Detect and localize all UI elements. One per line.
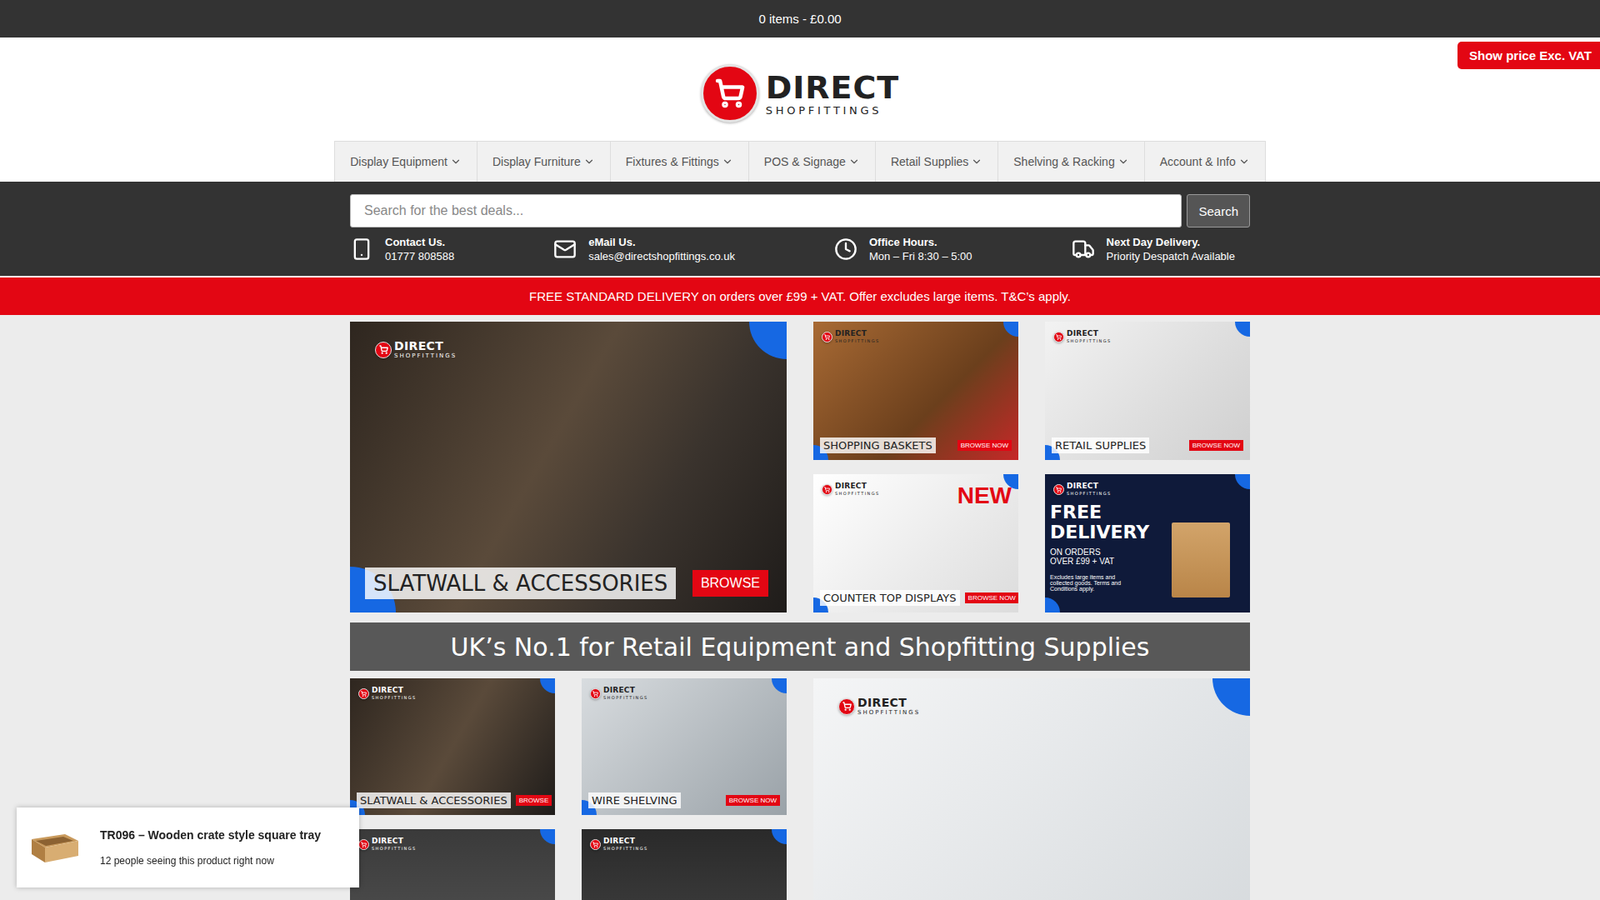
banner-logo: DIRECTSHOPFITTINGS xyxy=(838,696,920,716)
product-popup[interactable]: TR096 – Wooden crate style square tray12… xyxy=(16,807,360,888)
banner-label: SLATWALL & ACCESSORIESBROWSE xyxy=(365,567,769,600)
corner-accent xyxy=(1003,321,1019,337)
corner-accent xyxy=(540,678,555,694)
cart-summary[interactable]: 0 items - £0.00 xyxy=(0,0,1600,38)
cart-logo-icon xyxy=(838,698,855,715)
chevron-down-icon xyxy=(1238,155,1250,168)
banner-grid: DIRECTSHOPFITTINGS SLATWALL & ACCESSORIES… xyxy=(350,321,1250,613)
category-label: SLATWALL & ACCESSORIESBROWSE xyxy=(356,792,549,809)
corner-accent xyxy=(749,321,787,360)
nav-item[interactable]: Retail Supplies xyxy=(875,141,999,182)
nav-item[interactable]: Display Equipment xyxy=(335,141,478,182)
banner-logo: DIRECTSHOPFITTINGS xyxy=(1053,330,1112,344)
chevron-down-icon xyxy=(1117,155,1130,168)
nav-item[interactable]: Fixtures & Fittings xyxy=(610,141,750,182)
promo-banner[interactable]: DIRECTSHOPFITTINGS FREE DELIVERYON ORDERS… xyxy=(1045,474,1250,613)
category-card[interactable]: DIRECTSHOPFITTINGS xyxy=(350,829,555,900)
category-label: WIRE SHELVINGBROWSE NOW xyxy=(588,792,780,809)
main-nav: Display EquipmentDisplay FurnitureFixtur… xyxy=(334,140,1266,182)
browse-button[interactable]: BROWSE NOW xyxy=(725,795,780,806)
nav-item[interactable]: Account & Info xyxy=(1145,141,1265,182)
delivery-text: FREE DELIVERYON ORDERS OVER £99 + VATExc… xyxy=(1050,502,1150,592)
nav-item[interactable]: Display Furniture xyxy=(477,141,611,182)
corner-accent xyxy=(1235,321,1250,337)
category-card[interactable]: DIRECTSHOPFITTINGS SLATWALL & ACCESSORIES… xyxy=(350,678,555,815)
contact-row: Contact Us.01777 808588 eMail Us.sales@di… xyxy=(350,235,1250,263)
boxes-picture xyxy=(1171,522,1230,598)
banner-logo: DIRECTSHOPFITTINGS xyxy=(375,340,457,360)
corner-accent xyxy=(1045,597,1060,613)
site-header: DIRECTSHOPFITTINGS Display EquipmentDispl… xyxy=(0,37,1600,182)
banner-label: COUNTER TOP DISPLAYSBROWSE NOW xyxy=(820,590,1012,606)
cart-logo-icon xyxy=(358,839,370,850)
headline: UK’s No.1 for Retail Equipment and Shopf… xyxy=(350,622,1250,671)
contact-item: eMail Us.sales@directshopfittings.co.uk xyxy=(553,235,735,263)
banner-label: SHOPPING BASKETSBROWSE NOW xyxy=(820,437,1012,454)
banner-logo: DIRECTSHOPFITTINGS xyxy=(358,686,417,700)
banner-logo: DIRECTSHOPFITTINGS xyxy=(821,330,880,344)
browse-button[interactable]: BROWSE xyxy=(692,570,769,597)
promo-banner[interactable]: DIRECTSHOPFITTINGS NEW COUNTER TOP DISPLAY… xyxy=(813,474,1019,613)
cart-logo-icon xyxy=(821,331,833,343)
cart-logo-icon xyxy=(821,484,833,495)
phone-icon xyxy=(350,237,374,261)
category-card[interactable]: DIRECTSHOPFITTINGS xyxy=(581,829,787,900)
banner-logo: DIRECTSHOPFITTINGS xyxy=(821,482,880,496)
new-badge: NEW xyxy=(957,482,1012,510)
promo-banner[interactable]: DIRECTSHOPFITTINGS SHOPPING BASKETSBROWSE… xyxy=(813,321,1019,460)
banner-label: RETAIL SUPPLIESBROWSE NOW xyxy=(1051,437,1244,454)
promo-bar: FREE STANDARD DELIVERY on orders over £9… xyxy=(0,276,1600,315)
browse-button[interactable]: BROWSE NOW xyxy=(965,592,1019,604)
contact-item: Office Hours.Mon – Fri 8:30 – 5:00 xyxy=(834,235,973,263)
search-section: Search Contact Us.01777 808588 eMail Us.sa… xyxy=(0,181,1600,276)
category-card[interactable]: DIRECTSHOPFITTINGS WIRE SHELVINGBROWSE NO… xyxy=(581,678,787,815)
chevron-down-icon xyxy=(583,155,595,168)
corner-accent xyxy=(1235,474,1250,490)
contact-item: Next Day Delivery.Priority Despatch Avai… xyxy=(1071,235,1235,263)
banner-logo: DIRECTSHOPFITTINGS xyxy=(590,686,649,700)
cart-logo-icon xyxy=(700,64,760,123)
corner-accent xyxy=(771,678,787,694)
browse-button[interactable]: BROWSE xyxy=(515,795,553,806)
cart-logo-icon xyxy=(358,688,370,700)
vat-toggle[interactable]: Show price Exc. VAT xyxy=(1457,41,1600,70)
truck-icon xyxy=(1071,237,1095,261)
cart-logo-icon xyxy=(590,688,601,700)
promo-banner[interactable]: DIRECTSHOPFITTINGS RETAIL SUPPLIESBROWSE … xyxy=(1045,321,1250,460)
nav-item[interactable]: POS & Signage xyxy=(749,141,876,182)
cart-logo-icon xyxy=(1053,331,1065,343)
browse-button[interactable]: BROWSE NOW xyxy=(957,440,1012,451)
corner-accent xyxy=(540,829,555,845)
cart-logo-icon xyxy=(1053,484,1065,495)
corner-accent xyxy=(771,829,787,845)
cart-logo-icon xyxy=(590,839,601,850)
chevron-down-icon xyxy=(848,155,860,168)
browse-button[interactable]: BROWSE NOW xyxy=(1189,440,1244,451)
site-logo[interactable]: DIRECTSHOPFITTINGS xyxy=(700,64,900,123)
wooden-tray-icon xyxy=(28,829,82,866)
banner-logo: DIRECTSHOPFITTINGS xyxy=(1053,482,1112,496)
mail-icon xyxy=(553,237,577,261)
promo-banner[interactable]: DIRECTSHOPFITTINGS SLATWALL & ACCESSORIES… xyxy=(350,321,787,613)
nav-item[interactable]: Shelving & Racking xyxy=(998,141,1145,182)
category-grid: DIRECTSHOPFITTINGS SLATWALL & ACCESSORIES… xyxy=(350,678,1250,900)
banner-logo: DIRECTSHOPFITTINGS xyxy=(358,837,417,851)
chevron-down-icon xyxy=(721,155,734,168)
category-card[interactable]: DIRECTSHOPFITTINGS xyxy=(813,678,1250,900)
search-button[interactable]: Search xyxy=(1186,194,1250,228)
chevron-down-icon xyxy=(450,155,462,168)
clock-icon xyxy=(834,237,858,261)
cart-logo-icon xyxy=(375,341,392,359)
contact-item: Contact Us.01777 808588 xyxy=(350,235,455,263)
corner-accent xyxy=(1212,678,1250,716)
chevron-down-icon xyxy=(970,155,983,168)
search-input[interactable] xyxy=(350,194,1182,228)
banner-logo: DIRECTSHOPFITTINGS xyxy=(590,837,649,851)
